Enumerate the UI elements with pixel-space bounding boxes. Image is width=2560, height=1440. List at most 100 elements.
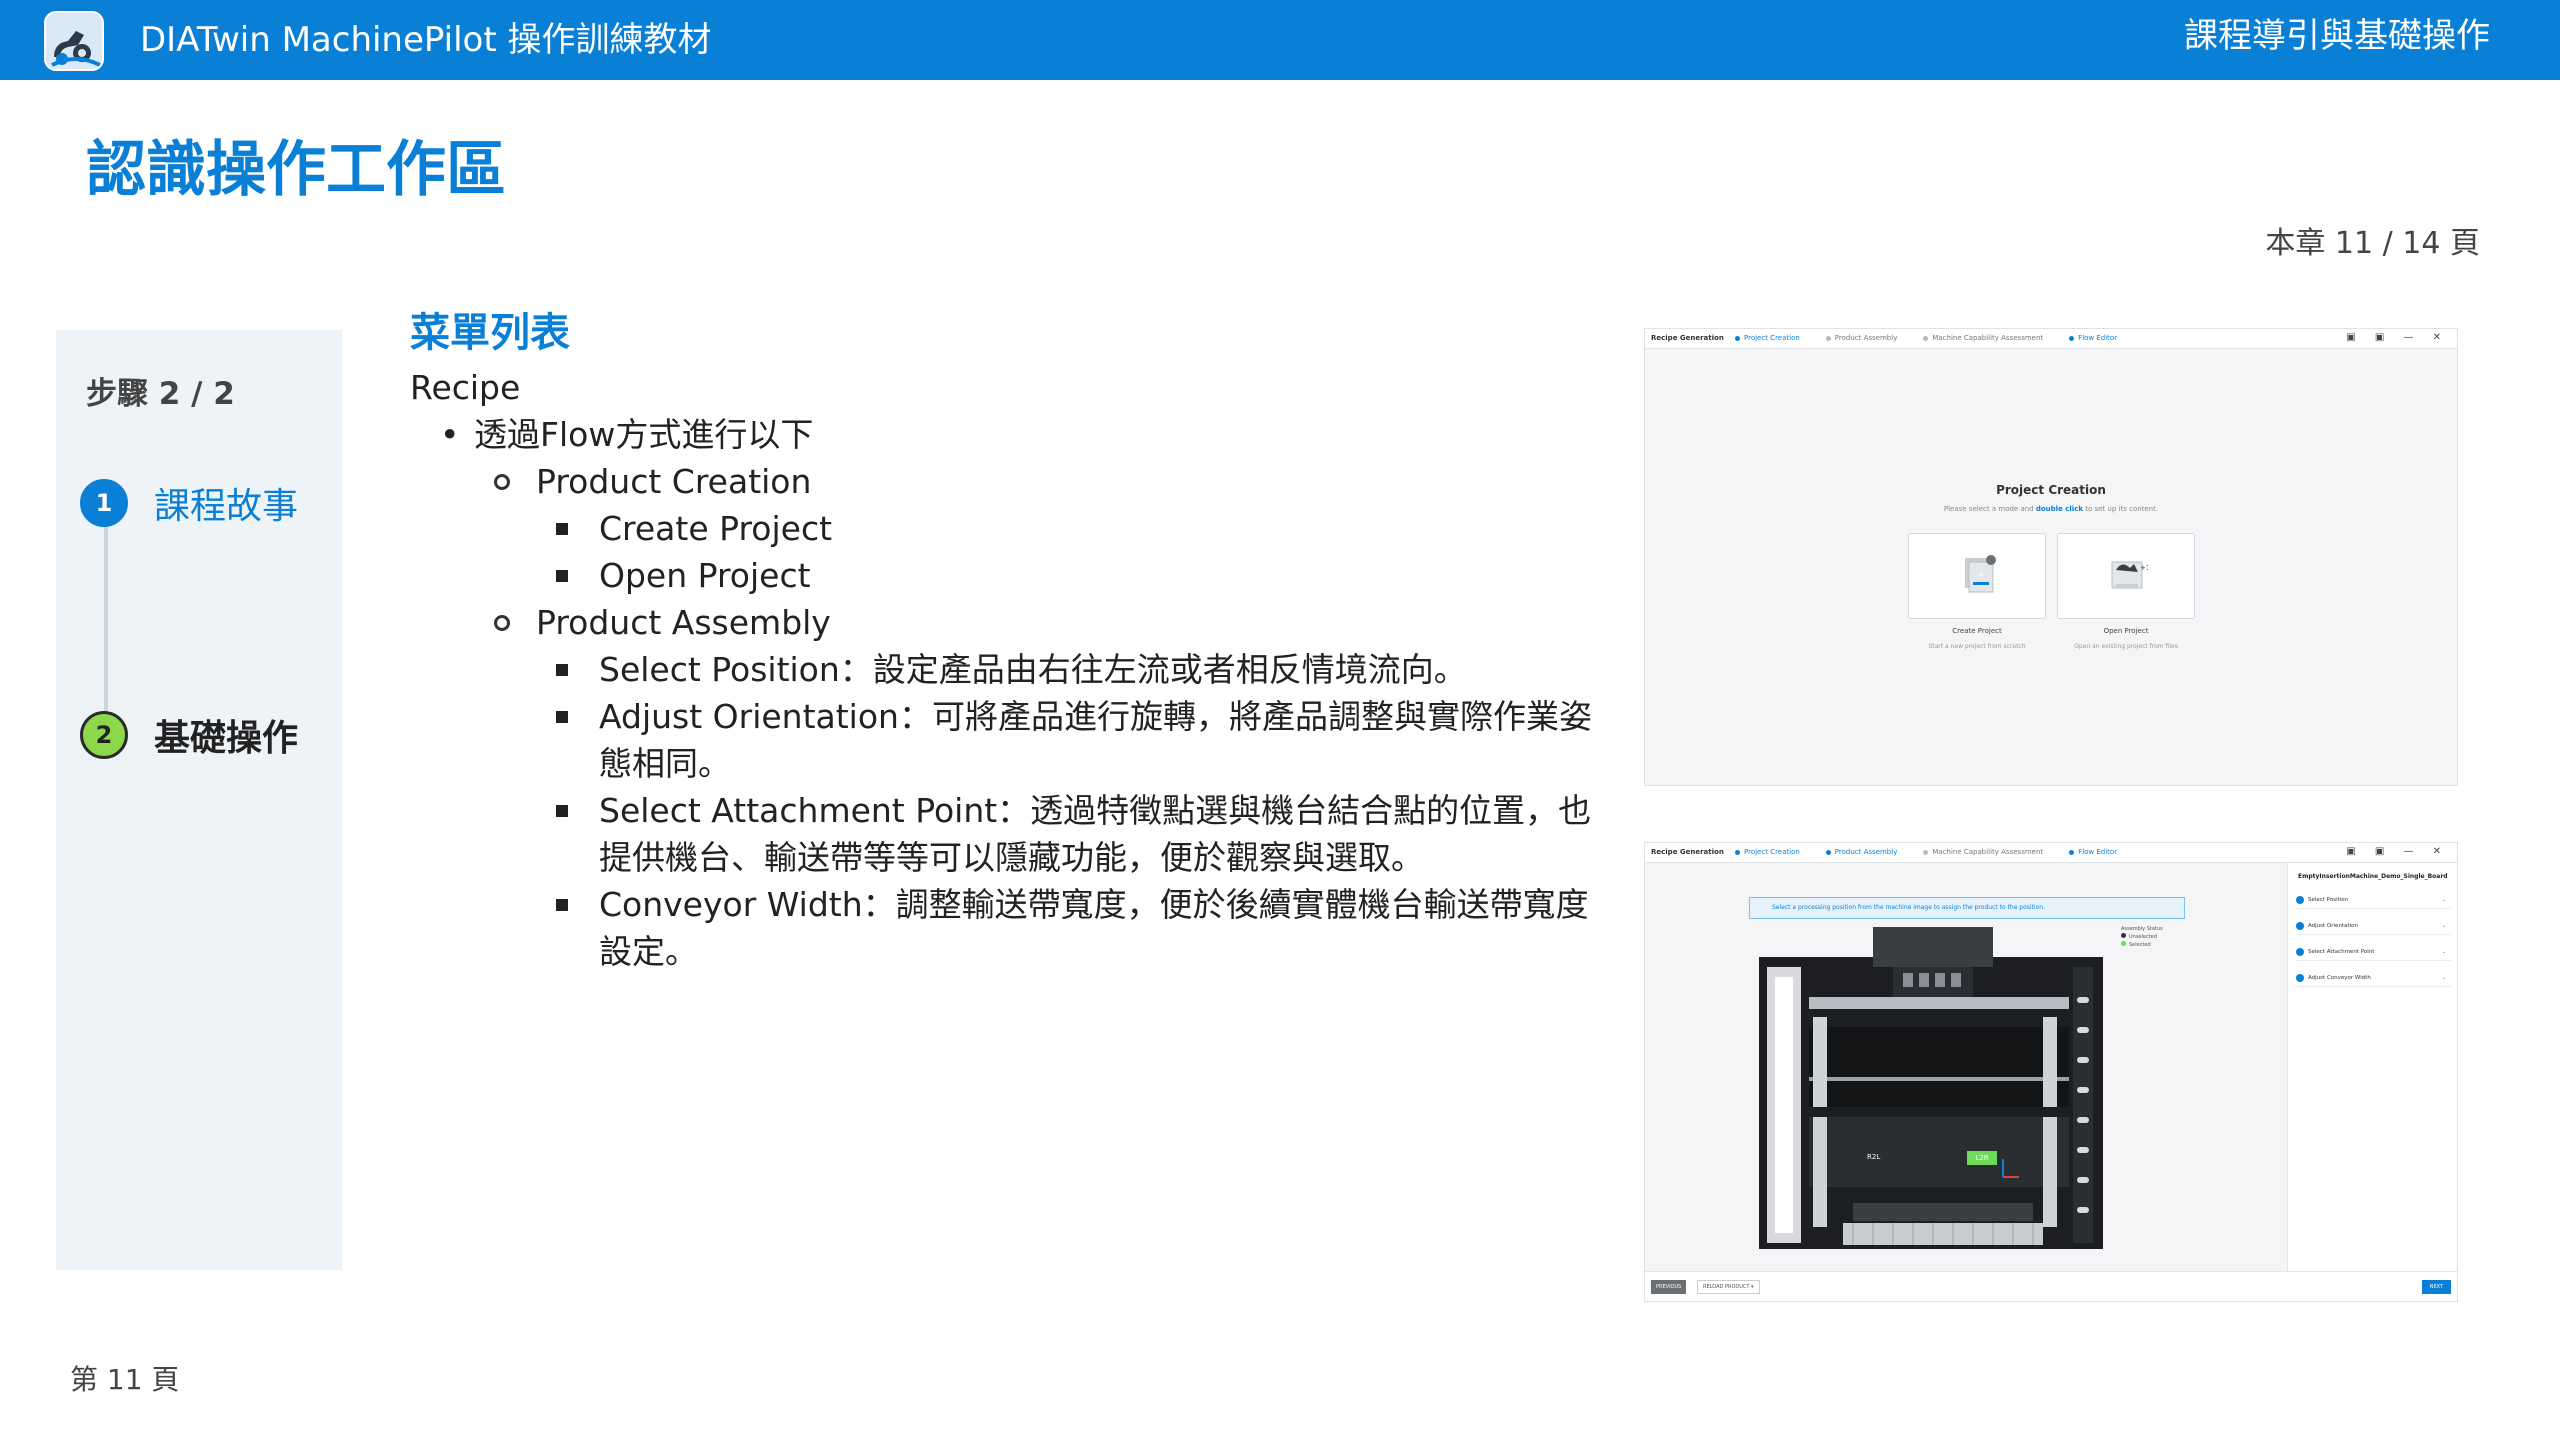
list-item-text: 透過Flow方式進行以下: [474, 415, 814, 454]
mini-project-creation-subtitle: Please select a mode and double click to…: [1943, 505, 2159, 513]
bullet-square-icon: [556, 899, 568, 911]
page-number-footer: 第 11 頁: [70, 1363, 180, 1396]
window-controls-icon: ▣ ▣ — ✕: [2346, 332, 2449, 343]
page-title: 認識操作工作區: [86, 135, 506, 205]
mini-tab: Project Creation: [1735, 334, 1800, 342]
svg-text:+: +: [1977, 570, 1985, 581]
chevron-down-icon: ⌄: [2441, 949, 2446, 955]
list-item-text: Conveyor Width：調整輸送帶寬度，便於後續實體機台輸送帶寬度設定。: [599, 885, 1589, 971]
list-item: Create Project: [410, 505, 1600, 552]
screenshot-product-assembly: Recipe Generation Project Creation Produc…: [1644, 842, 2458, 1302]
r2l-position-tag: R2L: [1867, 1153, 1881, 1161]
bullet-square-icon: [556, 570, 568, 582]
check-circle-icon: [2296, 948, 2304, 956]
mini-product-name: EmptyInsertionMachine_Demo_Single_Board: [2298, 873, 2448, 880]
content-line: Recipe: [410, 368, 521, 407]
step-item-1[interactable]: 1 課程故事: [80, 477, 298, 529]
step-label: 課程故事: [154, 486, 299, 527]
mini-tab: Machine Capability Assessment: [1923, 334, 2043, 342]
mini-open-project-card: +1: [2057, 533, 2195, 619]
l2r-position-tag: L2R: [1967, 1151, 1997, 1165]
mini-side-item: Adjust Conveyor Width ⌄: [2296, 969, 2452, 987]
bullet-square-icon: [556, 711, 568, 723]
list-item-text: Create Project: [599, 509, 833, 548]
step-panel: 步驟 2 / 2 1 課程故事 2 基礎操作: [56, 330, 342, 1270]
mini-title-bar: Recipe Generation Project Creation Produc…: [1645, 843, 2457, 863]
mini-tab: Product Assembly: [1826, 334, 1898, 342]
step-counter: 步驟 2 / 2: [86, 376, 235, 412]
bullet-circle-icon: [494, 474, 510, 490]
mini-assembly-sidebar: EmptyInsertionMachine_Demo_Single_Board …: [2287, 863, 2457, 1271]
check-circle-icon: [2296, 974, 2304, 982]
step-number-icon: 2: [80, 711, 128, 759]
step-connector-line: [104, 508, 108, 722]
mini-hint-banner: Select a processing position from the ma…: [1749, 897, 2185, 919]
list-item: Select Attachment Point：透過特徵點選與機台結合點的位置，…: [410, 787, 1600, 881]
mini-create-project-desc: Start a new project from scratch: [1928, 643, 2026, 650]
mini-tabs: Project Creation Product Assembly Machine …: [1735, 848, 2143, 856]
mini-side-item: Select Attachment Point ⌄: [2296, 943, 2452, 961]
list-item-text: Open Project: [599, 556, 811, 595]
mini-next-button: NEXT: [2421, 1280, 2451, 1294]
mini-open-project-desc: Open an existing project from files: [2074, 643, 2178, 650]
mini-create-project-card: +: [1908, 533, 2046, 619]
chapter-page-indicator: 本章 11 / 14 頁: [2265, 226, 2480, 261]
svg-text:+1: +1: [2140, 564, 2148, 572]
list-item-text: Select Position：設定產品由右往左流或者相反情境流向。: [599, 650, 1467, 689]
section-label: 課程導引與基礎操作: [2184, 16, 2490, 56]
list-item: Conveyor Width：調整輸送帶寬度，便於後續實體機台輸送帶寬度設定。: [410, 881, 1600, 975]
bullet-square-icon: [556, 805, 568, 817]
mini-project-creation-title: Project Creation: [1996, 483, 2106, 497]
bullet-square-icon: [556, 523, 568, 535]
mini-open-project-label: Open Project: [2103, 627, 2149, 635]
mini-side-item: Select Position ⌄: [2296, 891, 2452, 909]
chevron-down-icon: ⌄: [2441, 975, 2446, 981]
mini-create-project-label: Create Project: [1952, 627, 2002, 635]
mini-assembly-status: Assembly Status Unselected Selected: [2121, 926, 2163, 948]
app-title: DIATwin MachinePilot 操作訓練教材: [140, 20, 712, 60]
mini-tab: Project Creation: [1735, 848, 1800, 856]
check-circle-icon: [2296, 922, 2304, 930]
mini-tabs: Project Creation Product Assembly Machine …: [1735, 334, 2143, 342]
mini-machine-canvas: Select a processing position from the ma…: [1645, 863, 2287, 1271]
step-item-2[interactable]: 2 基礎操作: [80, 709, 298, 761]
top-header-bar: DIATwin MachinePilot 操作訓練教材 課程導引與基礎操作: [0, 0, 2560, 80]
mini-tab: Product Assembly: [1826, 848, 1898, 856]
mini-title-bar: Recipe Generation Project Creation Produc…: [1645, 329, 2457, 349]
list-item: Product Creation: [410, 458, 1600, 505]
list-item: Product Assembly: [410, 599, 1600, 646]
mini-footer-bar: PREVIOUS RELOAD PRODUCT ▾ NEXT: [1645, 1271, 2457, 1301]
list-item-text: Adjust Orientation：可將產品進行旋轉，將產品調整與實際作業姿態…: [599, 697, 1592, 783]
list-item-text: Product Creation: [536, 462, 812, 501]
mini-app-label: Recipe Generation: [1651, 848, 1724, 856]
bullet-square-icon: [556, 664, 568, 676]
list-item: • 透過Flow方式進行以下: [410, 411, 1600, 458]
open-folder-icon: +1: [2111, 561, 2148, 589]
list-item-text: Product Assembly: [536, 603, 831, 642]
list-item-text: Select Attachment Point：透過特徵點選與機台結合點的位置，…: [599, 791, 1592, 877]
bullet-circle-icon: [494, 615, 510, 631]
chevron-down-icon: ⌄: [2441, 923, 2446, 929]
chevron-down-icon: ⌄: [2441, 897, 2446, 903]
mini-reload-product-button: RELOAD PRODUCT ▾: [1697, 1280, 1760, 1294]
list-item: Open Project: [410, 552, 1600, 599]
new-document-icon: +: [1965, 555, 1996, 593]
screenshot-project-creation: Recipe Generation Project Creation Produc…: [1644, 328, 2458, 786]
content-body: Recipe • 透過Flow方式進行以下 Product Creation Cr…: [410, 364, 1600, 975]
mini-tab: Flow Editor: [2069, 848, 2117, 856]
step-number-icon: 1: [80, 479, 128, 527]
check-circle-icon: [2296, 896, 2304, 904]
list-item: Select Position：設定產品由右往左流或者相反情境流向。: [410, 646, 1600, 693]
list-item: Adjust Orientation：可將產品進行旋轉，將產品調整與實際作業姿態…: [410, 693, 1600, 787]
mini-app-label: Recipe Generation: [1651, 334, 1724, 342]
mini-previous-button: PREVIOUS: [1651, 1280, 1687, 1294]
mini-side-item: Adjust Orientation ⌄: [2296, 917, 2452, 935]
app-logo-icon: [44, 11, 104, 71]
mini-tab: Machine Capability Assessment: [1923, 848, 2043, 856]
machine-model-image: [1753, 927, 2113, 1257]
bullet-list: • 透過Flow方式進行以下 Product Creation Create Pr…: [410, 411, 1600, 975]
step-label: 基礎操作: [154, 718, 299, 759]
content-heading: 菜單列表: [410, 310, 570, 356]
bullet-dot-icon: •: [440, 415, 460, 454]
mini-tab: Flow Editor: [2069, 334, 2117, 342]
